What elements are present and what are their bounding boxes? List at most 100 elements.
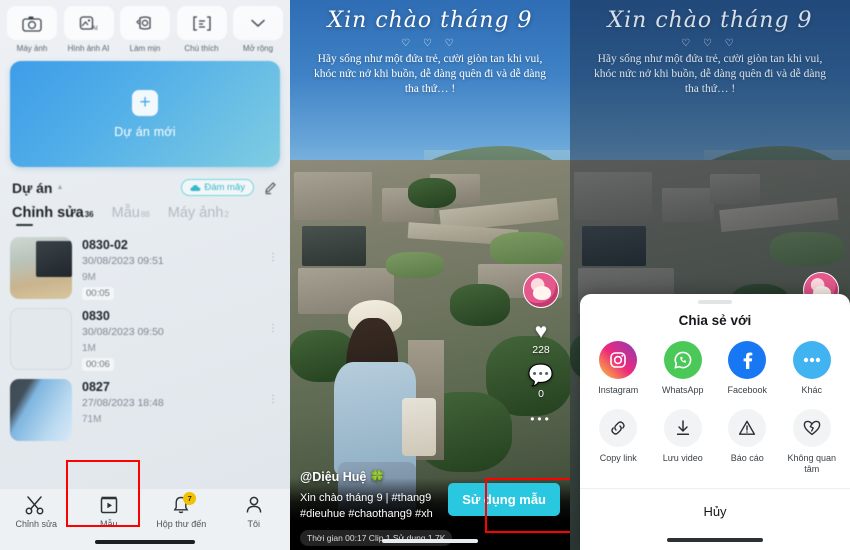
share-panel: Xin chào tháng 9 ♡ ♡ ♡ Hãy sống như một … [570, 0, 850, 550]
broken-heart-icon [792, 408, 831, 447]
share-label: Lưu video [662, 452, 703, 463]
toolbar-item-ai-image[interactable]: AI Hình ảnh AI [63, 6, 115, 53]
share-label: Copy link [599, 452, 637, 463]
overlay-hearts: ♡ ♡ ♡ [681, 38, 739, 49]
comment-icon[interactable]: 💬 [520, 365, 562, 386]
tab-label: Máy ảnh [167, 205, 224, 221]
toolbar-label: Làm mịn [129, 44, 161, 53]
share-label: WhatsApp [661, 384, 704, 395]
project-tabs: Chỉnh sửa36 Mẫu88 Máy ảnh2 [0, 196, 290, 226]
heart-icon[interactable]: ♥ [520, 321, 562, 342]
project-thumbnail [10, 308, 72, 370]
page-title: Dự án [12, 179, 53, 196]
tab-count: 2 [224, 210, 229, 219]
share-action-copy-link[interactable]: Copy link [586, 408, 651, 475]
screenshot-stage: Máy ảnh AI Hình ảnh AI Làm mịn Chú thích… [0, 0, 850, 550]
svg-text:AI: AI [92, 26, 98, 32]
share-target-instagram[interactable]: Instagram [586, 340, 651, 396]
overlay-quote: Hãy sống như một đứa trẻ, cười giòn tan … [593, 53, 827, 95]
toolbar-item-camera[interactable]: Máy ảnh [6, 6, 58, 53]
cloud-badge[interactable]: Đám mây [181, 179, 254, 196]
use-template-button[interactable]: Sử dụng mẫu [448, 483, 560, 516]
new-project-card[interactable]: + Dự án mới [10, 61, 280, 167]
status-badge: 7 [183, 492, 197, 505]
share-action-report[interactable]: Báo cáo [715, 408, 780, 475]
link-icon [599, 408, 638, 447]
toolbar-item-expand[interactable]: Mở rộng [232, 6, 284, 53]
more-dots-icon[interactable]: ••• [520, 412, 562, 426]
cancel-button[interactable]: Hủy [580, 504, 850, 519]
projects-header: Dự án ▲ Đám mây [0, 167, 290, 196]
project-thumbnail [10, 237, 72, 299]
like-count: 228 [532, 344, 550, 356]
bottom-navigation: Chỉnh sửa Mẫu 7 Hộp thư đến Tôi [0, 488, 290, 550]
more-dots-icon[interactable]: ⋮ [268, 253, 278, 263]
nav-label: Mẫu [99, 519, 118, 529]
share-action-save-video[interactable]: Lưu video [651, 408, 716, 475]
tab-may-anh[interactable]: Máy ảnh2 [168, 205, 229, 226]
instagram-icon [599, 340, 638, 379]
share-label: Khác [801, 384, 822, 395]
project-list: 0830-02 30/08/2023 09:51 9M 00:05 ⋮ 0830… [0, 226, 290, 441]
whatsapp-icon [663, 340, 702, 379]
divider [580, 487, 850, 489]
cloud-icon [190, 184, 201, 191]
caret-up-icon[interactable]: ▲ [56, 184, 63, 191]
action-rail: ♥ 228 💬 0 ••• [520, 272, 562, 426]
ai-image-icon: AI [63, 6, 114, 40]
home-indicator [667, 538, 763, 542]
toolbar-item-caption[interactable]: Chú thích [176, 6, 228, 53]
share-label: Instagram [598, 384, 639, 395]
share-row-actions: Copy link Lưu video Báo cáo Không quan t… [580, 408, 850, 475]
share-action-not-interested[interactable]: Không quan tâm [780, 408, 845, 475]
project-duration: 00:06 [82, 358, 114, 371]
nav-label: Hộp thư đến [156, 519, 207, 529]
nav-item-mau[interactable]: Mẫu [73, 495, 146, 529]
overlay-quote: Hãy sống như một đứa trẻ, cười giòn tan … [313, 53, 547, 95]
tab-count: 88 [140, 210, 150, 219]
tab-mau[interactable]: Mẫu88 [112, 205, 150, 226]
overlay-hearts: ♡ ♡ ♡ [401, 38, 459, 49]
share-label: Facebook [727, 384, 768, 395]
project-thumbnail [10, 379, 72, 441]
top-toolbar: Máy ảnh AI Hình ảnh AI Làm mịn Chú thích… [0, 0, 290, 53]
home-indicator [382, 539, 478, 543]
chevron-down-icon [233, 6, 283, 40]
list-item[interactable]: 0830-02 30/08/2023 09:51 9M 00:05 ⋮ [10, 230, 280, 301]
project-name: 0827 [82, 380, 110, 394]
person-icon [244, 495, 264, 515]
plus-icon: + [132, 89, 158, 116]
nav-item-chinh-sua[interactable]: Chỉnh sửa [0, 495, 73, 529]
list-item[interactable]: 0827 27/08/2023 18:48 71M ⋮ [10, 372, 280, 441]
tab-count: 36 [84, 210, 94, 219]
project-size: 1M [82, 343, 96, 354]
video-panel: Xin chào tháng 9 ♡ ♡ ♡ Hãy sống như một … [290, 0, 570, 550]
project-size: 9M [82, 272, 96, 283]
nav-item-toi[interactable]: Tôi [218, 495, 291, 529]
template-icon [99, 495, 119, 515]
camera-icon [7, 6, 57, 40]
more-dots-icon[interactable]: ⋮ [268, 395, 278, 405]
share-target-facebook[interactable]: Facebook [715, 340, 780, 396]
nav-item-hop-thu-den[interactable]: 7 Hộp thư đến [145, 492, 218, 529]
share-sheet: Chia sẻ với Instagram WhatsApp Facebook … [580, 294, 850, 550]
pencil-icon[interactable] [264, 181, 278, 195]
warning-icon [728, 408, 767, 447]
more-dots-icon [792, 340, 831, 379]
toolbar-label: Mở rộng [242, 44, 274, 53]
tab-chinh-sua[interactable]: Chỉnh sửa36 [12, 205, 94, 226]
more-dots-icon[interactable]: ⋮ [268, 324, 278, 334]
share-label: Không quan tâm [787, 452, 837, 474]
project-duration: 00:05 [82, 287, 114, 300]
share-target-other[interactable]: Khác [780, 340, 845, 396]
download-icon [663, 408, 702, 447]
nav-label: Chỉnh sửa [15, 519, 58, 529]
list-item[interactable]: 0830 30/08/2023 09:50 1M 00:06 ⋮ [10, 301, 280, 372]
caption-icon [176, 6, 227, 40]
share-sheet-title: Chia sẻ với [678, 312, 752, 328]
sheet-grabber[interactable] [698, 300, 732, 304]
new-project-label: Dự án mới [114, 124, 176, 139]
share-target-whatsapp[interactable]: WhatsApp [651, 340, 716, 396]
toolbar-item-retouch[interactable]: Làm mịn [119, 6, 171, 53]
avatar[interactable] [523, 272, 559, 308]
